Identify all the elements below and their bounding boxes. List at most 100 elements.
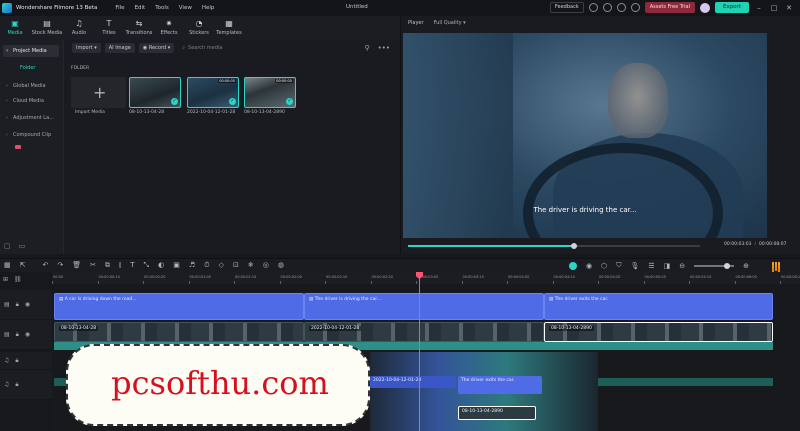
- delete-icon[interactable]: 🗑: [72, 261, 81, 270]
- mask-icon[interactable]: ▣: [173, 261, 180, 270]
- filter-icon[interactable]: ⚲: [364, 44, 369, 52]
- title-clip[interactable]: ▤ A car is driving down the road...: [54, 293, 304, 320]
- split-icon[interactable]: ⫾: [119, 261, 121, 270]
- tab-transitions[interactable]: ⇆ Transitions: [124, 16, 154, 40]
- timeline-ruler[interactable]: 00:00 00:00:00:10 00:00:00:20 00:00:01:05 00…: [52, 272, 800, 284]
- text-tool-icon[interactable]: T: [130, 261, 134, 270]
- notification-icon[interactable]: [616, 3, 626, 12]
- sidebar-item-global-media[interactable]: › Global Media: [3, 80, 59, 92]
- overlay-title-clip[interactable]: The driver exits the car.: [458, 376, 542, 394]
- avatar[interactable]: [700, 2, 710, 13]
- video-clip-selected[interactable]: 08-10-13-04-2890: [544, 322, 773, 342]
- title-clip[interactable]: ▤ The driver is driving the car...: [304, 293, 544, 320]
- close-icon[interactable]: ✕: [784, 4, 794, 12]
- assets-free-trial-button[interactable]: Assets Free Trial: [644, 2, 695, 13]
- clip-label: 2022-10-04-12-01-28: [309, 326, 362, 331]
- feedback-button[interactable]: Feedback: [549, 2, 584, 13]
- redo-icon[interactable]: ↷: [57, 261, 63, 270]
- menu-view[interactable]: View: [179, 5, 192, 11]
- tab-media[interactable]: ▣ Media: [0, 16, 30, 40]
- menu-edit[interactable]: Edit: [135, 5, 146, 11]
- import-button[interactable]: Import ▾: [72, 43, 101, 53]
- playback-progress[interactable]: [408, 243, 700, 249]
- video-clip[interactable]: 08-10-13-04-28: [54, 322, 304, 342]
- zoom-handle[interactable]: [724, 262, 731, 269]
- zoom-slider[interactable]: [694, 262, 735, 269]
- maximize-icon[interactable]: □: [769, 4, 779, 12]
- record-button[interactable]: ◉ Record ▾: [138, 43, 175, 53]
- cut-icon[interactable]: ✂: [90, 261, 96, 270]
- media-thumbnail[interactable]: ✓: [129, 77, 181, 108]
- eye-icon[interactable]: ◉: [25, 331, 30, 338]
- export-button[interactable]: Export: [715, 2, 749, 13]
- clip-label: 2022-10-04-12-01-28: [373, 378, 422, 383]
- freeze-icon[interactable]: ❄: [248, 261, 254, 270]
- clip-label: The driver exits the car.: [554, 297, 609, 302]
- lock-icon[interactable]: 🔒︎: [16, 301, 19, 309]
- tab-titles[interactable]: T Titles: [94, 16, 124, 40]
- lock-icon[interactable]: 🔒︎: [16, 331, 19, 339]
- import-media-tile[interactable]: +: [71, 77, 126, 108]
- ai-image-button[interactable]: AI Image: [104, 43, 135, 53]
- menu-file[interactable]: File: [115, 5, 124, 11]
- tab-label: Effects: [160, 30, 178, 36]
- sidebar-item-folder[interactable]: Folder: [20, 65, 35, 71]
- video-preview[interactable]: The driver is driving the car...: [403, 33, 767, 238]
- select-tool-icon[interactable]: ⇱: [20, 261, 26, 270]
- tab-effects[interactable]: ✷ Effects: [154, 16, 184, 40]
- keyframe-icon[interactable]: ◇: [219, 261, 224, 270]
- color-icon[interactable]: ◐: [158, 261, 164, 270]
- new-folder-icon[interactable]: ▢: [4, 242, 11, 250]
- cloud-icon[interactable]: [588, 3, 598, 12]
- video-clip[interactable]: 2022-10-04-12-01-28: [304, 322, 544, 342]
- account-icon[interactable]: [602, 3, 612, 12]
- shield-icon[interactable]: ⛉: [616, 261, 621, 270]
- stabilize-icon[interactable]: ◎: [263, 261, 269, 270]
- sidebar-item-cloud-media[interactable]: › Cloud Media: [3, 95, 59, 107]
- audio-icon[interactable]: ♬: [189, 261, 195, 270]
- transform-icon[interactable]: ⤡: [144, 261, 150, 270]
- minimize-icon[interactable]: –: [754, 4, 764, 12]
- progress-handle[interactable]: [571, 243, 578, 249]
- media-thumbnail[interactable]: 00:00:05 ✓: [244, 77, 296, 108]
- voiceover-icon[interactable]: ◨: [664, 262, 671, 270]
- menu-help[interactable]: Help: [202, 5, 215, 11]
- menu-tools[interactable]: Tools: [155, 5, 169, 11]
- speed-icon[interactable]: ⏱: [204, 261, 209, 270]
- marker-icon[interactable]: ⬡: [601, 262, 607, 270]
- search-input[interactable]: ⌕ Search media: [182, 45, 222, 51]
- playlist-icon[interactable]: ☰: [648, 262, 654, 270]
- fit-icon[interactable]: ⊡: [233, 261, 239, 270]
- folder-icon[interactable]: ▭: [19, 242, 26, 250]
- lock-icon[interactable]: 🔒︎: [15, 381, 18, 389]
- mic-icon[interactable]: 🎙: [630, 262, 639, 270]
- tab-audio[interactable]: ♫ Audio: [64, 16, 94, 40]
- crop-icon[interactable]: ⧉: [105, 261, 110, 270]
- tab-stock-media[interactable]: ▤ Stock Media: [30, 16, 64, 40]
- grid-icon[interactable]: ▦: [4, 261, 11, 270]
- sidebar-item-compound-clip[interactable]: › Compound Clip: [3, 129, 59, 149]
- sidebar-item-adjustment-layer[interactable]: › Adjustment La...: [3, 112, 59, 124]
- link-icon[interactable]: ⛓: [14, 276, 22, 283]
- eye-icon[interactable]: ◉: [25, 301, 30, 308]
- render-icon[interactable]: [569, 261, 577, 270]
- settings-icon[interactable]: [630, 3, 640, 12]
- lock-icon[interactable]: 🔒︎: [15, 357, 18, 365]
- zoom-out-icon[interactable]: ⊖: [679, 262, 685, 270]
- import-media-label: Import Media: [75, 110, 105, 115]
- tab-stickers[interactable]: ◔ Stickers: [184, 16, 214, 40]
- quality-select[interactable]: Full Quality ▾: [434, 20, 466, 26]
- title-clip[interactable]: ▤ The driver exits the car.: [544, 293, 773, 320]
- more-icon[interactable]: •••: [378, 44, 390, 52]
- sidebar-item-project-media[interactable]: ▾ Project Media: [3, 45, 59, 57]
- undo-icon[interactable]: ↶: [43, 261, 49, 270]
- overlay-clip[interactable]: 2022-10-04-12-01-28: [370, 376, 456, 388]
- media-thumbnail[interactable]: 00:00:05 ✓: [187, 77, 239, 108]
- ai-tool-icon[interactable]: ◍: [278, 261, 284, 270]
- add-track-icon[interactable]: ⊞: [3, 276, 8, 283]
- tab-templates[interactable]: ▦ Templates: [214, 16, 244, 40]
- snap-icon[interactable]: ◉: [586, 262, 592, 270]
- zoom-in-icon[interactable]: ⊕: [743, 262, 749, 270]
- overlay-video-clip[interactable]: 08-10-13-04-2890: [458, 406, 536, 420]
- playhead[interactable]: [419, 274, 420, 431]
